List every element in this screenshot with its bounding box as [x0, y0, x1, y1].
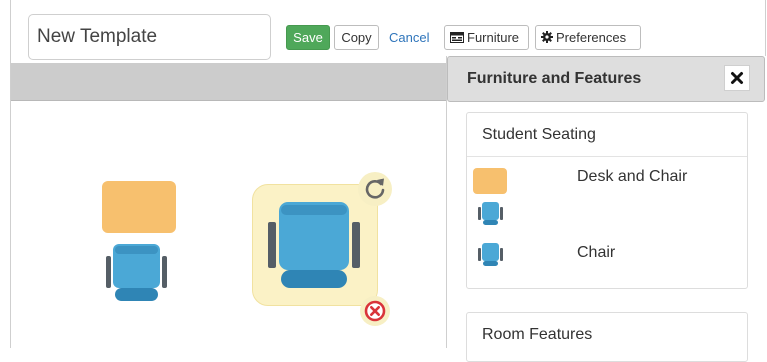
canvas-left-border — [10, 0, 11, 348]
close-icon — [731, 72, 743, 84]
furniture-panel: Furniture and Features Student Seating D… — [446, 56, 766, 362]
panel-header: Furniture and Features — [447, 56, 765, 102]
chair-icon — [478, 243, 504, 267]
chair-arm-right — [352, 222, 360, 268]
section-title: Student Seating — [482, 126, 596, 143]
section-title: Room Features — [482, 326, 593, 343]
chair-base — [115, 288, 158, 301]
rotate-handle[interactable] — [358, 172, 392, 206]
furniture-button[interactable]: Furniture — [444, 25, 529, 50]
copy-button[interactable]: Copy — [334, 25, 379, 50]
chair-base — [281, 270, 347, 288]
preferences-button-label: Preferences — [556, 30, 627, 45]
selected-chair[interactable] — [268, 202, 362, 292]
chair-arm-right — [162, 256, 167, 288]
desk[interactable] — [102, 181, 176, 233]
gear-icon — [541, 27, 553, 50]
remove-icon — [364, 300, 386, 322]
chair-backrest — [115, 246, 158, 254]
close-button[interactable] — [724, 65, 750, 91]
furniture-button-label: Furniture — [467, 30, 520, 45]
desk-and-chair-icon — [473, 168, 507, 194]
remove-handle[interactable] — [360, 296, 390, 326]
preferences-button[interactable]: Preferences — [535, 25, 641, 50]
save-button[interactable]: Save — [286, 25, 330, 50]
rotate-icon — [365, 178, 385, 199]
palette-item-desk-and-chair[interactable]: Desk and Chair — [472, 168, 752, 228]
canvas-toolbar-bar — [11, 63, 446, 100]
panel-title: Furniture and Features — [467, 70, 642, 87]
chair-arm-left — [106, 256, 111, 288]
section-header: Student Seating — [467, 113, 747, 157]
item-label: Chair — [577, 244, 616, 261]
furniture-icon — [450, 27, 464, 50]
cancel-link[interactable]: Cancel — [389, 25, 429, 50]
chair-backrest — [281, 205, 347, 215]
chair-arm-left — [268, 222, 276, 268]
item-label: Desk and Chair — [577, 168, 688, 185]
chair-icon — [478, 202, 504, 226]
canvas-top-border — [11, 100, 446, 101]
section-header: Room Features — [467, 313, 747, 356]
palette-item-chair[interactable]: Chair — [472, 242, 752, 272]
template-name-input[interactable] — [28, 14, 271, 60]
room-features-section[interactable]: Room Features — [466, 312, 748, 362]
chair[interactable] — [106, 244, 168, 302]
